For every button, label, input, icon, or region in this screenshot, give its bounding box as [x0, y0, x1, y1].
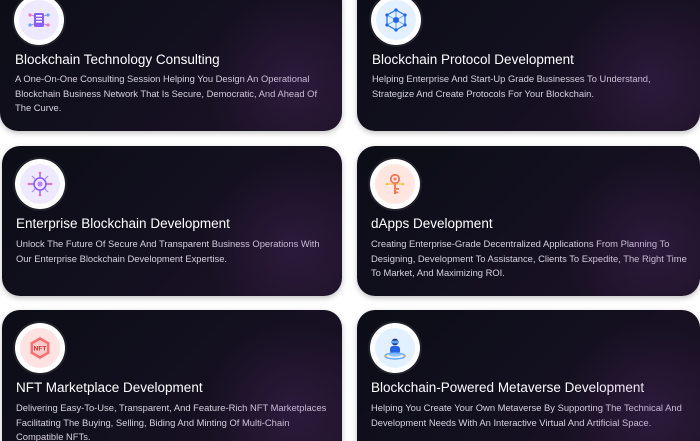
service-card-protocol-development[interactable]: Blockchain Protocol Development Helping …	[357, 0, 700, 131]
service-card-metaverse-development[interactable]: Blockchain-Powered Metaverse Development…	[357, 310, 700, 441]
svg-text:NFT: NFT	[34, 346, 47, 353]
service-card-nft-marketplace[interactable]: NFT NFT Marketplace Development Deliveri…	[2, 310, 342, 441]
consulting-grid-icon	[14, 0, 64, 45]
card-title: NFT Marketplace Development	[16, 380, 203, 395]
dapps-key-icon	[370, 159, 420, 209]
service-card-technology-consulting[interactable]: Blockchain Technology Consulting A One-O…	[0, 0, 342, 131]
card-title: Blockchain Protocol Development	[372, 52, 574, 67]
metaverse-avatar-icon	[370, 323, 420, 373]
card-description: Creating Enterprise-Grade Decentralized …	[371, 238, 687, 279]
card-description: Unlock The Future Of Secure And Transpar…	[16, 238, 320, 264]
enterprise-chip-icon	[15, 159, 65, 209]
card-description: Delivering Easy-To-Use, Transparent, And…	[16, 402, 327, 441]
card-title: Blockchain Technology Consulting	[15, 52, 220, 67]
protocol-network-icon	[371, 0, 421, 45]
card-description: Helping Enterprise And Start-Up Grade Bu…	[372, 73, 651, 99]
card-title: Enterprise Blockchain Development	[16, 216, 230, 231]
card-description: A One-On-One Consulting Session Helping …	[15, 73, 318, 114]
service-card-dapps-development[interactable]: dApps Development Creating Enterprise-Gr…	[357, 146, 700, 296]
nft-badge-icon: NFT	[15, 323, 65, 373]
card-description: Helping You Create Your Own Metaverse By…	[371, 402, 682, 428]
service-card-enterprise-development[interactable]: Enterprise Blockchain Development Unlock…	[2, 146, 342, 296]
card-title: dApps Development	[371, 216, 493, 231]
card-title: Blockchain-Powered Metaverse Development	[371, 380, 645, 395]
